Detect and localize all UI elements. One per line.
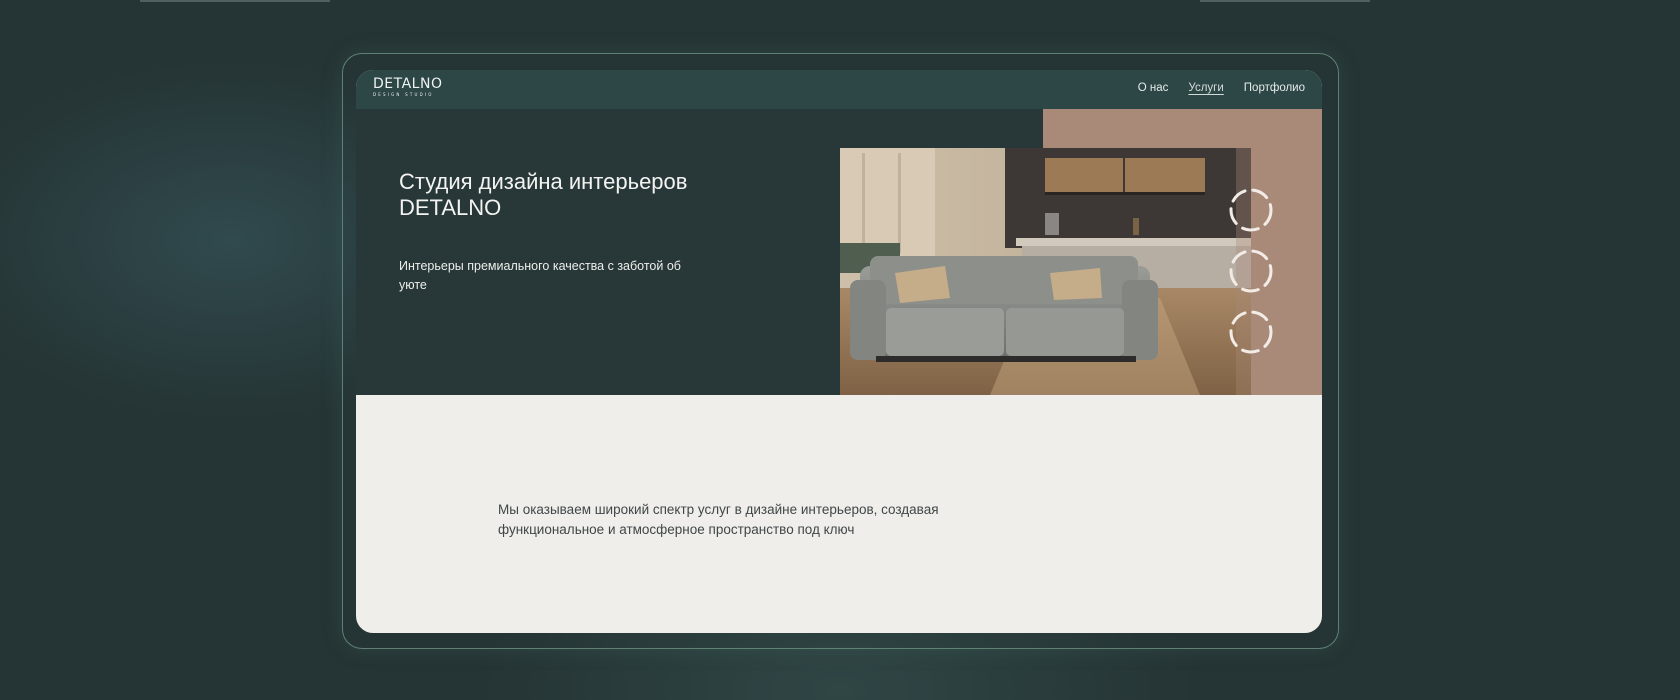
carousel-ring-icon-1[interactable] (1229, 188, 1273, 232)
nav-link-portfolio[interactable]: Портфолио (1244, 82, 1305, 94)
nav-link-services[interactable]: Услуги (1188, 82, 1223, 94)
carousel-ring-icon-2[interactable] (1229, 249, 1273, 293)
top-edge-line-left (140, 0, 330, 2)
navbar: DETALNO DESIGN STUDIO О нас Услуги Портф… (356, 70, 1322, 109)
interior-photo (840, 148, 1251, 395)
services-description: Мы оказываем широкий спектр услуг в диза… (498, 502, 939, 537)
carousel-indicators (1229, 188, 1273, 354)
main-nav: О нас Услуги Портфолио (1138, 82, 1305, 94)
hero-subtitle: Интерьеры премиального качества с забото… (399, 259, 681, 292)
hero-section: Студия дизайна интерьеров DETALNO Интерь… (356, 109, 1322, 395)
logo-tagline: DESIGN STUDIO (373, 92, 434, 97)
logo-name: DETALNO (373, 76, 443, 92)
living-room-illustration (840, 148, 1251, 395)
website-mockup: DETALNO DESIGN STUDIO О нас Услуги Портф… (356, 70, 1322, 633)
logo[interactable]: DETALNO DESIGN STUDIO (373, 76, 442, 98)
carousel-ring-icon-3[interactable] (1229, 310, 1273, 354)
top-edge-line-right (1200, 0, 1370, 2)
hero-title: Студия дизайна интерьеров DETALNO (399, 169, 688, 220)
nav-link-about[interactable]: О нас (1138, 82, 1169, 94)
